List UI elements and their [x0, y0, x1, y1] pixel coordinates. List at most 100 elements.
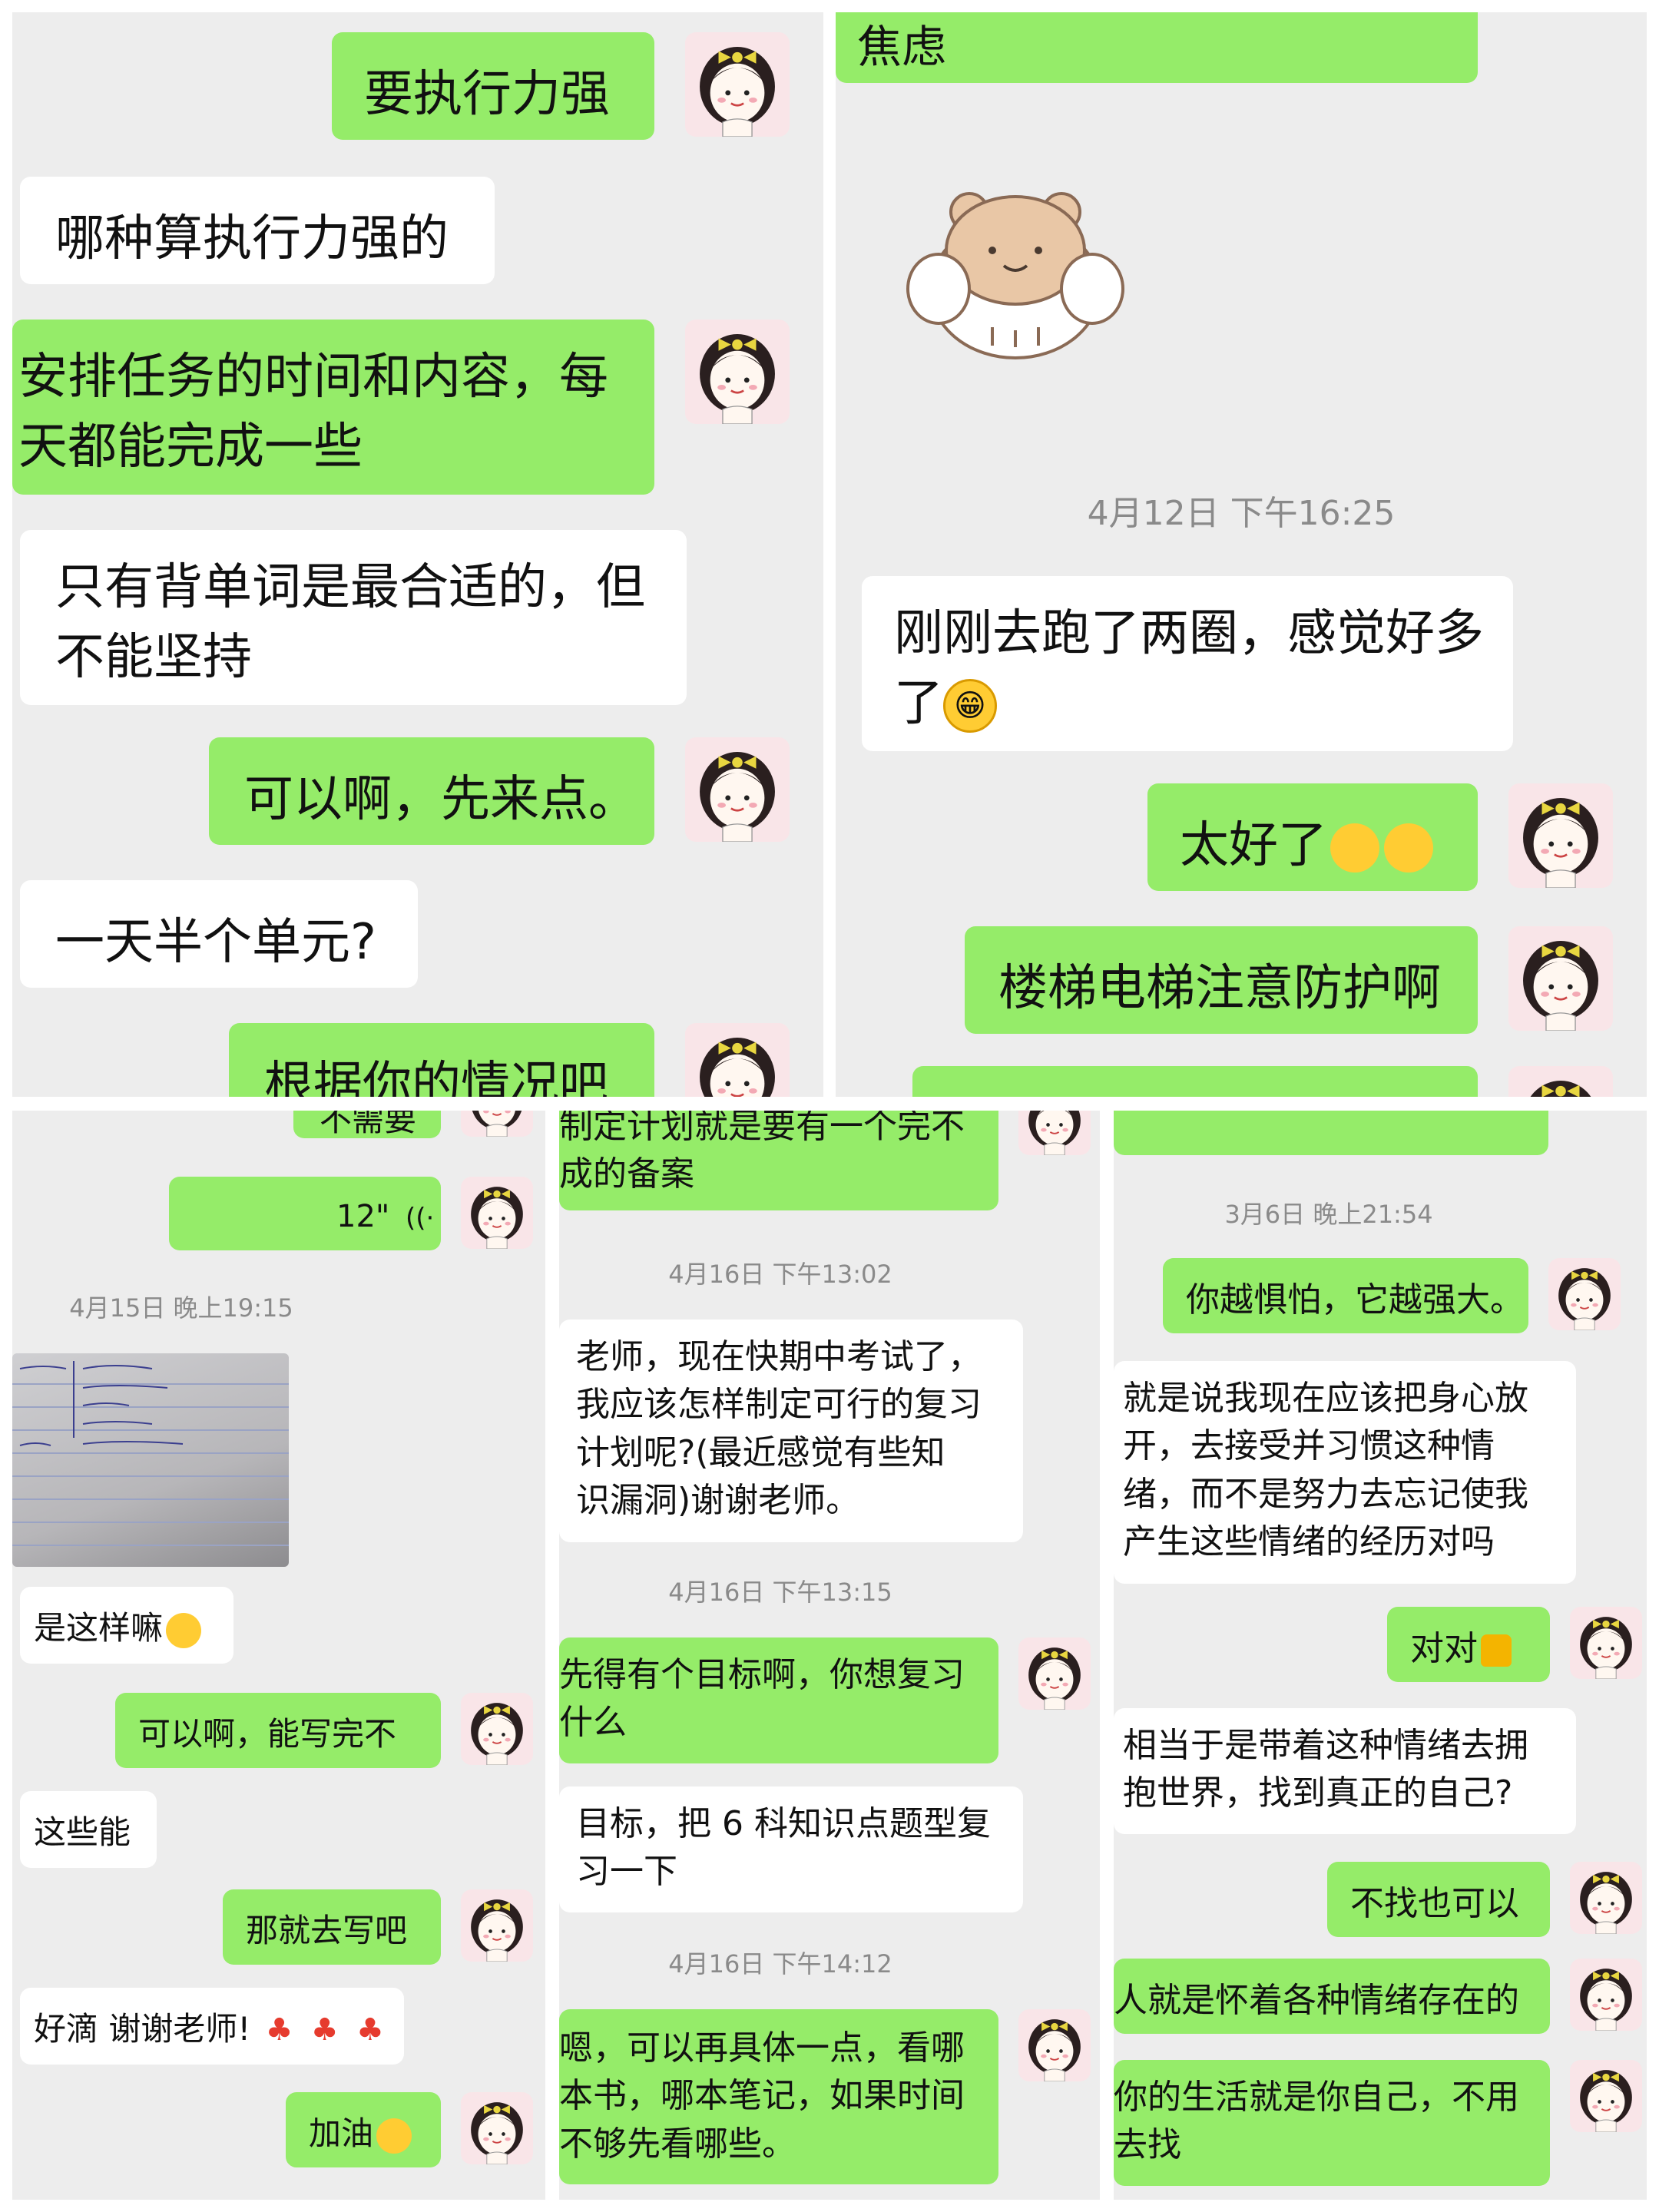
message-row: 制定计划就是要有一个完不 成的备案 [559, 1111, 1091, 1210]
avatar[interactable] [1508, 926, 1613, 1031]
message-row: 安排任务的时间和内容，每 天都能完成一些 [12, 320, 790, 495]
message-bubble[interactable]: 太好了 [1147, 783, 1478, 891]
timestamp: 4月15日 晚上19:15 [69, 1293, 293, 1323]
avatar[interactable] [685, 737, 790, 842]
message-line: 嗯，可以再具体一点，看哪 [559, 2028, 965, 2068]
message-row: 可以啊，先来点。 [209, 737, 790, 845]
message-bubble[interactable]: 可以啊，先来点。 [209, 737, 654, 845]
message-bubble[interactable]: 就是说我现在应该把身心放 开，去接受并习惯这种情 绪，而不是努力去忘记使我 产生… [1114, 1361, 1576, 1584]
message-line: 就是说我现在应该把身心放 [1123, 1379, 1528, 1418]
smiling-face-icon [376, 2118, 412, 2154]
message-bubble[interactable]: 不需要 [293, 1111, 441, 1138]
message-bubble[interactable]: 安排任务的时间和内容，每 天都能完成一些 [12, 320, 654, 495]
message-text: 加油 [309, 2114, 374, 2152]
message-line: 相当于是带着这种情绪去拥 [1123, 1726, 1528, 1765]
thumbs-up-icon [1481, 1634, 1512, 1667]
message-row: 楼梯电梯注意防护啊 [965, 926, 1613, 1034]
message-line: 刚刚去跑了两圈，感觉好多 [894, 605, 1484, 662]
timestamp: 4月16日 下午13:02 [668, 1260, 892, 1289]
message-line: 本书，哪本笔记，如果时间 [559, 2076, 965, 2116]
avatar[interactable] [1508, 1066, 1613, 1097]
message-bubble[interactable]: 好滴 谢谢老师! ♣ ♣ ♣ [20, 1988, 404, 2065]
avatar[interactable] [1018, 1111, 1091, 1155]
avatar[interactable] [685, 320, 790, 424]
chat-panel-1: 要执行力强 哪种算执行力强的 安排任务的时间和内容，每 天都能完成一些 只有背单… [12, 12, 823, 1097]
avatar[interactable] [1548, 1258, 1621, 1330]
avatar[interactable] [685, 1023, 790, 1097]
message-line: 开，去接受并习惯这种情 [1123, 1426, 1495, 1466]
avatar[interactable] [685, 32, 790, 137]
message-row: 太好了 [1147, 783, 1613, 891]
message-bubble[interactable]: 一天半个单元? [20, 880, 418, 988]
avatar[interactable] [1570, 1607, 1642, 1679]
message-row: 对对 [1387, 1607, 1642, 1682]
message-line: 不够先看哪些。 [559, 2124, 796, 2164]
message-bubble[interactable] [912, 1066, 1478, 1097]
timestamp: 4月12日 下午16:25 [1087, 494, 1396, 533]
tulip-icon: ♣ [356, 2012, 384, 2048]
message-bubble[interactable]: 那就去写吧 [223, 1889, 441, 1965]
hiding-face-icon [1330, 823, 1379, 873]
avatar[interactable] [461, 1111, 533, 1137]
message-text: 太好了 [1180, 817, 1327, 874]
hiding-face-icon [1384, 823, 1433, 873]
message-bubble[interactable]: 这些能 [20, 1791, 157, 1868]
avatar[interactable] [1018, 1637, 1091, 1710]
message-bubble[interactable]: 可以啊，能写完不 [115, 1693, 441, 1768]
message-bubble[interactable] [1114, 1111, 1548, 1155]
message-bubble[interactable]: 不找也可以 [1327, 1862, 1550, 1937]
avatar[interactable] [461, 1693, 533, 1765]
message-bubble[interactable]: 目标，把 6 科知识点题型复 习一下 [559, 1786, 1023, 1912]
message-bubble[interactable]: 你的生活就是你自己，不用 去找 [1114, 2060, 1550, 2186]
message-line: 产生这些情绪的经历对吗 [1123, 1522, 1495, 1562]
message-bubble[interactable]: 对对 [1387, 1607, 1550, 1682]
message-row [912, 1066, 1613, 1097]
message-line: 抱世界，找到真正的自己? [1123, 1773, 1513, 1813]
avatar[interactable] [1018, 2009, 1091, 2081]
chat-panel-5: 3月6日 晚上21:54 你越惧怕，它越强大。 就是说我现在应该把身心放 开，去… [1114, 1111, 1647, 2200]
hamster-sticker-icon[interactable] [900, 166, 1131, 381]
message-bubble[interactable]: 先得有个目标啊，你想复习 什么 [559, 1637, 998, 1763]
voice-wave-icon: ((· [406, 1203, 435, 1233]
message-line: 你的生活就是你自己，不用 [1114, 2078, 1519, 2117]
message-line: 习一下 [576, 1852, 677, 1892]
message-bubble[interactable]: 刚刚去跑了两圈，感觉好多 了 😁 [862, 576, 1513, 751]
notebook-photo[interactable] [12, 1353, 289, 1567]
message-bubble[interactable]: 嗯，可以再具体一点，看哪 本书，哪本笔记，如果时间 不够先看哪些。 [559, 2009, 998, 2184]
message-bubble[interactable]: 是这样嘛 [20, 1587, 233, 1664]
message-bubble[interactable]: 制定计划就是要有一个完不 成的备案 [559, 1111, 998, 1210]
message-line: 去找 [1114, 2125, 1181, 2165]
message-line: 计划呢?(最近感觉有些知 [576, 1432, 945, 1472]
avatar[interactable] [1508, 783, 1613, 888]
tulip-icon: ♣ [265, 2012, 293, 2048]
message-line: 成的备案 [559, 1154, 694, 1194]
message-bubble[interactable]: 焦虑 [836, 12, 1478, 83]
message-bubble[interactable]: 哪种算执行力强的 [20, 177, 495, 284]
avatar[interactable] [461, 1177, 533, 1249]
message-row: 人就是怀着各种情绪存在的 [1114, 1959, 1642, 2034]
message-bubble[interactable]: 老师，现在快期中考试了， 我应该怎样制定可行的复习 计划呢?(最近感觉有些知 识… [559, 1320, 1023, 1542]
message-bubble[interactable]: 要执行力强 [332, 32, 654, 140]
message-bubble[interactable]: 人就是怀着各种情绪存在的 [1114, 1959, 1550, 2034]
message-row: 你的生活就是你自己，不用 去找 [1114, 2060, 1642, 2186]
grinning-face-icon: 😁 [943, 679, 997, 733]
message-bubble[interactable]: 根据你的情况吧 [229, 1023, 654, 1097]
message-row: 不需要 [293, 1111, 533, 1138]
message-bubble[interactable]: 加油 [286, 2092, 441, 2167]
message-text: 好滴 谢谢老师! [34, 2010, 251, 2048]
message-line: 老师，现在快期中考试了， [576, 1337, 982, 1376]
message-row: 不找也可以 [1327, 1862, 1642, 1937]
timestamp: 4月16日 下午13:15 [668, 1578, 892, 1607]
message-bubble[interactable]: 楼梯电梯注意防护啊 [965, 926, 1478, 1034]
message-bubble[interactable]: 相当于是带着这种情绪去拥 抱世界，找到真正的自己? [1114, 1708, 1576, 1834]
message-line: 不能坚持 [55, 628, 252, 686]
avatar[interactable] [1570, 1959, 1642, 2031]
avatar[interactable] [1570, 2060, 1642, 2132]
avatar[interactable] [461, 2092, 533, 2164]
voice-message-bubble[interactable]: 12" ((· [169, 1177, 441, 1250]
message-line: 先得有个目标啊，你想复习 [559, 1655, 965, 1694]
message-bubble[interactable]: 你越惧怕，它越强大。 [1163, 1258, 1528, 1333]
message-bubble[interactable]: 只有背单词是最合适的，但 不能坚持 [20, 530, 687, 705]
avatar[interactable] [461, 1889, 533, 1962]
avatar[interactable] [1570, 1862, 1642, 1934]
